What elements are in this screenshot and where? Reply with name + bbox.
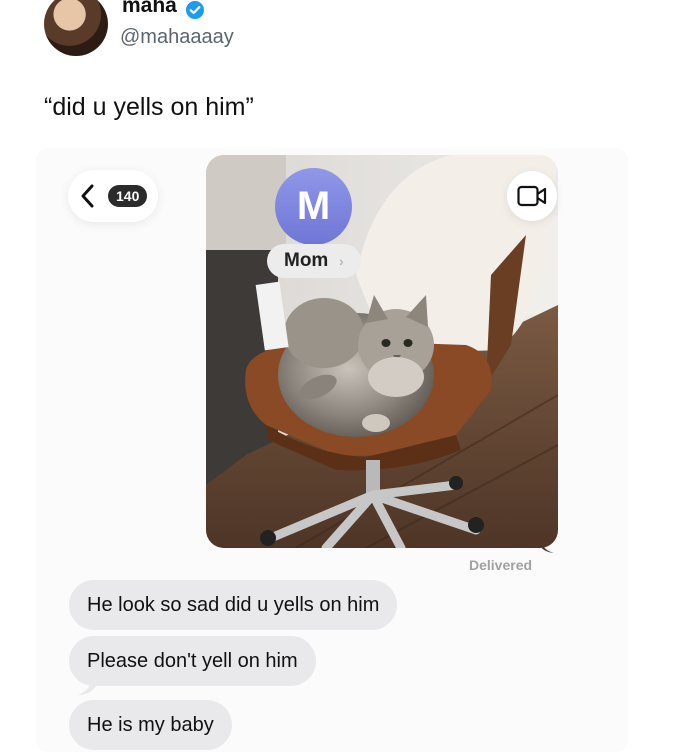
- received-message[interactable]: He look so sad did u yells on him: [69, 580, 398, 630]
- delivery-status: Delivered: [469, 557, 533, 573]
- verified-badge-icon: [186, 1, 204, 19]
- photo-message[interactable]: [206, 155, 558, 548]
- video-camera-icon: [517, 185, 547, 207]
- chevron-left-icon: [81, 184, 94, 208]
- back-button[interactable]: 140: [68, 170, 158, 222]
- contact-name: Mom: [284, 250, 329, 271]
- contact-name-button[interactable]: Mom ›: [267, 244, 361, 278]
- unread-count-badge: 140: [108, 185, 148, 207]
- user-handle[interactable]: @mahaaaay: [120, 26, 234, 49]
- contact-avatar[interactable]: M: [275, 168, 352, 245]
- user-name[interactable]: maha: [122, 0, 177, 18]
- video-call-button[interactable]: [507, 171, 557, 221]
- avatar[interactable]: [44, 0, 108, 56]
- bubble-tail: [540, 538, 554, 553]
- chevron-right-icon: ›: [339, 253, 344, 269]
- bubble-tail: [78, 680, 96, 695]
- received-message[interactable]: Please don't yell on him: [69, 636, 316, 686]
- tweet-text: “did u yells on him”: [44, 93, 254, 121]
- cat-photo: [206, 155, 558, 548]
- received-message[interactable]: He is my baby: [69, 700, 232, 750]
